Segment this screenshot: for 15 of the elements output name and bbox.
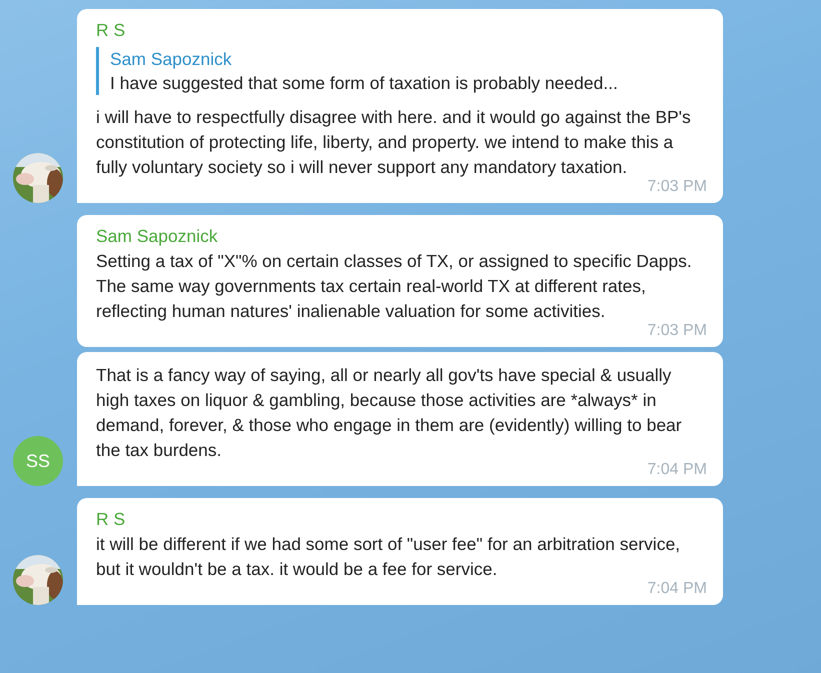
sender-name: R S — [96, 509, 126, 530]
message-time: 7:03 PM — [647, 323, 707, 339]
message-time: 7:04 PM — [647, 462, 707, 478]
message-text: it will be different if we had some sort of "user fee" for an arbitration service, but it wouldn't be a tax. it would be a fee for service. — [96, 533, 682, 581]
message-time: 7:03 PM — [647, 179, 707, 195]
reply-text: I have suggested that some form of taxation is probably needed... — [110, 72, 619, 95]
avatar: SS — [13, 436, 63, 486]
message-text: That is a fancy way of saying, all or nearly all gov'ts have special & usually high taxes on liquor & gambling, because those activities are *always* in demand, forever, & those who engage in them are (evidently) willing to bear the tax burdens. — [96, 364, 683, 462]
message-time: 7:04 PM — [647, 581, 707, 597]
reply-author: Sam Sapoznick — [110, 48, 233, 71]
sender-name: Sam Sapoznick — [96, 226, 218, 247]
reply-quote[interactable]: Sam Sapoznick I have suggested that some form of taxation is probably needed... — [96, 47, 707, 95]
message-text: i will have to respectfully disagree with here. and it would go against the BP's constitution of protecting life, liberty, and property. we intend to make this a fully voluntary society so i will never support any mandatory taxation. — [96, 106, 692, 179]
message-text: Setting a tax of "X"% on certain classes of TX, or assigned to specific Dapps. The same way governments tax certain real-world TX at different rates, reflecting human natures' inalienable valuation for some activities. — [96, 250, 693, 323]
sender-name: R S — [96, 20, 126, 41]
